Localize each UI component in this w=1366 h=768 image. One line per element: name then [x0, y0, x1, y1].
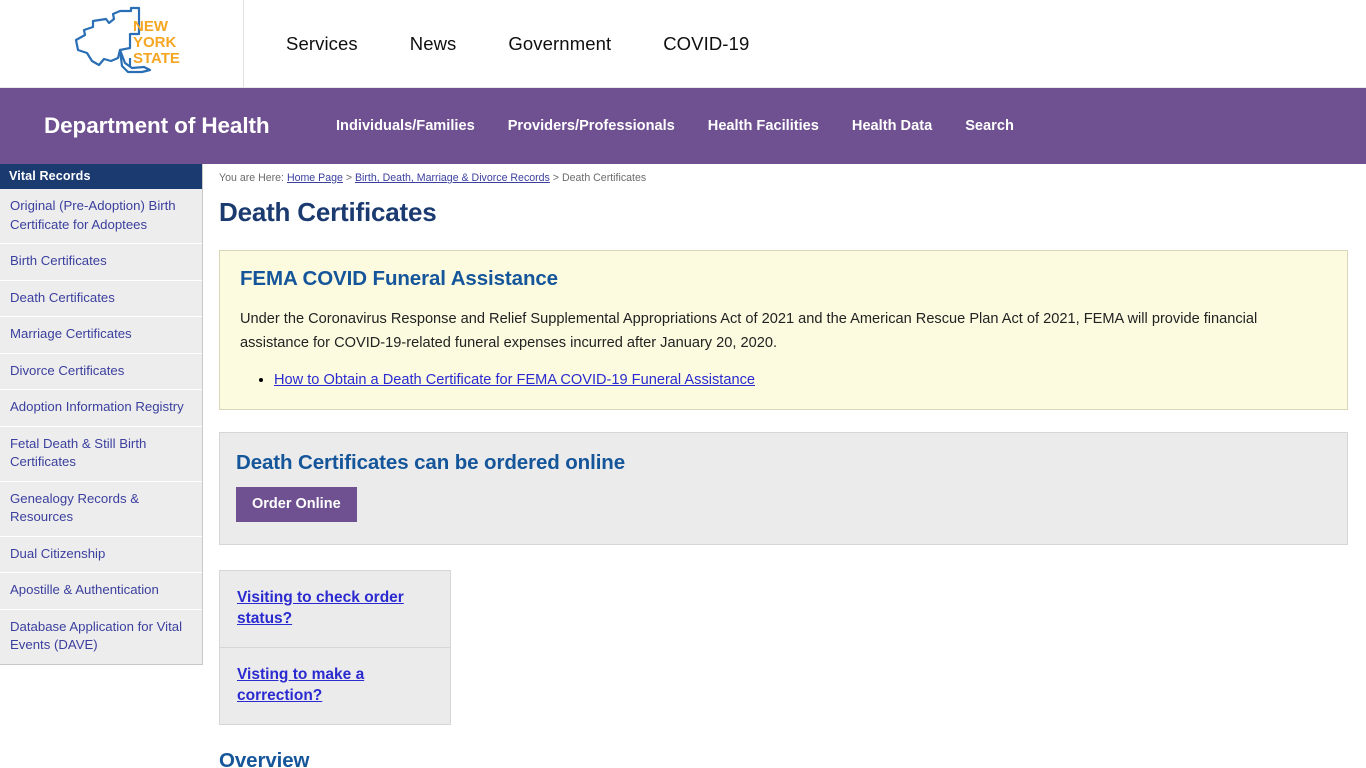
sidebar-item-fetal-death-still-birth-certificates[interactable]: Fetal Death & Still Birth Certificates — [0, 426, 202, 482]
new-york-state-logo-icon: NEW YORK STATE — [74, 6, 180, 73]
logo-line-new: NEW — [133, 18, 169, 35]
breadcrumb-link-birth-death-marriage-divorce-records[interactable]: Birth, Death, Marriage & Divorce Records — [355, 172, 550, 184]
sidebar-header: Vital Records — [0, 164, 202, 189]
nav-link-covid19[interactable]: COVID-19 — [663, 33, 749, 55]
overview-heading: Overview — [219, 749, 310, 768]
sidebar-item-adoption-information-registry[interactable]: Adoption Information Registry — [0, 390, 202, 427]
sidebar-item-dual-citizenship[interactable]: Dual Citizenship — [0, 536, 202, 573]
fema-heading: FEMA COVID Funeral Assistance — [240, 267, 558, 290]
vital-records-sidebar: Vital Records Original (Pre-Adoption) Bi… — [0, 164, 203, 665]
doh-nav-search[interactable]: Search — [965, 118, 1014, 134]
doh-nav-providers-professionals[interactable]: Providers/Professionals — [508, 118, 675, 134]
nygov-primary-nav: Services News Government COVID-19 — [244, 0, 1366, 87]
breadcrumb-separator-1: > — [342, 172, 355, 184]
nygov-top-bar: NEW YORK STATE Services News Government … — [0, 0, 1366, 88]
visiting-check-order-status-link[interactable]: Visiting to check order status? — [237, 589, 404, 627]
nav-link-news[interactable]: News — [410, 33, 457, 55]
page-title: Death Certificates — [219, 197, 437, 227]
sidebar-item-original-birth-certificate-adoptees[interactable]: Original (Pre-Adoption) Birth Certificat… — [0, 189, 202, 244]
order-online-box: Death Certificates can be ordered online… — [219, 432, 1348, 545]
breadcrumb-link-home-page[interactable]: Home Page — [287, 172, 343, 184]
doh-nav-individuals-families[interactable]: Individuals/Families — [336, 118, 475, 134]
department-of-health-bar: Department of Health Individuals/Familie… — [0, 88, 1366, 164]
breadcrumb-separator-2: > — [549, 172, 562, 184]
nav-link-services[interactable]: Services — [286, 33, 358, 55]
doh-nav-health-facilities[interactable]: Health Facilities — [708, 118, 819, 134]
sidebar-item-marriage-certificates[interactable]: Marriage Certificates — [0, 317, 202, 354]
list-item: How to Obtain a Death Certificate for FE… — [274, 369, 1327, 391]
fema-paragraph: Under the Coronavirus Response and Relie… — [240, 311, 1258, 351]
department-of-health-title[interactable]: Department of Health — [0, 113, 336, 139]
logo-line-york: YORK — [133, 34, 177, 51]
sidebar-item-database-application-dave[interactable]: Database Application for Vital Events (D… — [0, 609, 202, 664]
ny-state-logo[interactable]: NEW YORK STATE — [0, 0, 244, 87]
page-body: Vital Records Original (Pre-Adoption) Bi… — [0, 164, 1366, 768]
fema-how-to-obtain-link[interactable]: How to Obtain a Death Certificate for FE… — [274, 372, 755, 388]
sidebar-item-birth-certificates[interactable]: Birth Certificates — [0, 244, 202, 281]
doh-nav-health-data[interactable]: Health Data — [852, 118, 932, 134]
main-content: You are Here: Home Page > Birth, Death, … — [203, 164, 1366, 768]
doh-nav: Individuals/Families Providers/Professio… — [336, 118, 1014, 134]
link-box-make-correction[interactable]: Visting to make a correction? — [220, 647, 450, 724]
visiting-make-correction-link[interactable]: Visting to make a correction? — [237, 666, 364, 704]
visiting-links-stack: Visiting to check order status? Visting … — [219, 570, 451, 725]
nav-link-government[interactable]: Government — [508, 33, 611, 55]
breadcrumb-current: Death Certificates — [561, 172, 647, 184]
sidebar-item-death-certificates[interactable]: Death Certificates — [0, 280, 202, 317]
sidebar-item-apostille-authentication[interactable]: Apostille & Authentication — [0, 573, 202, 610]
order-online-heading: Death Certificates can be ordered online — [236, 451, 626, 474]
fema-covid-funeral-assistance-box: FEMA COVID Funeral Assistance Under the … — [219, 250, 1348, 410]
link-box-check-order-status[interactable]: Visiting to check order status? — [220, 571, 450, 647]
sidebar-item-divorce-certificates[interactable]: Divorce Certificates — [0, 353, 202, 390]
breadcrumb: You are Here: Home Page > Birth, Death, … — [219, 164, 1348, 184]
breadcrumb-prefix: You are Here: — [219, 172, 284, 184]
sidebar-item-genealogy-records-resources[interactable]: Genealogy Records & Resources — [0, 481, 202, 537]
logo-line-state: STATE — [133, 50, 180, 67]
fema-link-list: How to Obtain a Death Certificate for FE… — [240, 369, 1327, 391]
order-online-button[interactable]: Order Online — [236, 487, 357, 522]
